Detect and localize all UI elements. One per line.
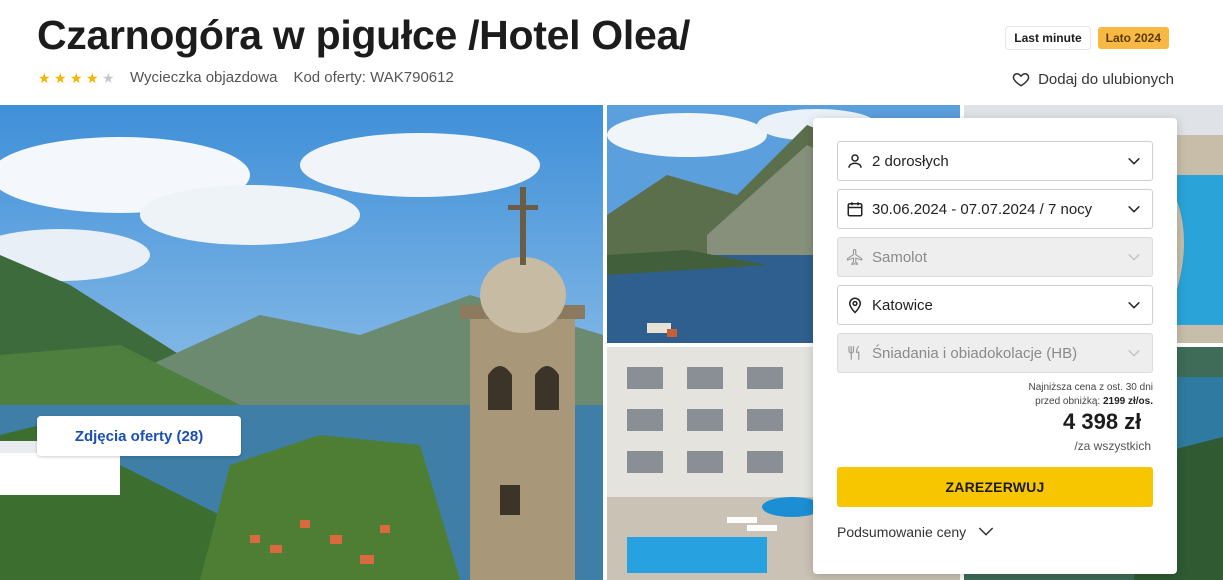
dates-value: 30.06.2024 - 07.07.2024 / 7 nocy <box>872 200 1093 218</box>
plane-icon <box>846 248 864 266</box>
star-icon: ★ <box>54 69 67 86</box>
heart-icon <box>1012 72 1030 87</box>
last-minute-badge: Last minute <box>1006 27 1090 49</box>
offer-badges: Last minute Lato 2024 <box>1006 27 1169 49</box>
dates-select[interactable]: 30.06.2024 - 07.07.2024 / 7 nocy <box>837 189 1153 229</box>
star-icon: ★ <box>70 69 83 86</box>
star-icon: ★ <box>102 69 115 86</box>
transport-select: Samolot <box>837 237 1153 277</box>
page-title: Czarnogóra w pigułce /Hotel Olea/ <box>37 12 691 58</box>
chevron-down-icon <box>1128 253 1140 261</box>
board-value: Śniadania i obiadokolacje (HB) <box>872 344 1078 362</box>
location-pin-icon <box>846 296 864 314</box>
calendar-icon <box>846 200 864 218</box>
price-summary-label: Podsumowanie ceny <box>837 524 967 540</box>
price-per: /za wszystkich <box>1074 439 1151 453</box>
main-photo[interactable] <box>0 105 603 580</box>
lowest-price-line2: przed obniżką: <box>1035 396 1101 407</box>
season-badge: Lato 2024 <box>1097 27 1169 49</box>
lowest-price-note: Najniższa cena z ost. 30 dni przed obniż… <box>837 381 1153 409</box>
booking-panel: 2 dorosłych 30.06.2024 - 07.07.2024 / 7 … <box>813 118 1177 574</box>
offer-meta: ★ ★ ★ ★ ★ Wycieczka objazdowa Kod oferty… <box>38 69 454 86</box>
star-icon: ★ <box>86 69 99 86</box>
book-button[interactable]: ZAREZERWUJ <box>837 467 1153 507</box>
chevron-down-icon <box>979 527 994 536</box>
chevron-down-icon <box>1128 301 1140 309</box>
board-select: Śniadania i obiadokolacje (HB) <box>837 333 1153 373</box>
person-icon <box>846 152 864 170</box>
offer-code: Kod oferty: WAK790612 <box>293 69 454 86</box>
departure-select[interactable]: Katowice <box>837 285 1153 325</box>
cutlery-icon <box>846 344 864 362</box>
travelers-select[interactable]: 2 dorosłych <box>837 141 1153 181</box>
chevron-down-icon <box>1128 349 1140 357</box>
lowest-price-value: 2199 zł/os. <box>1102 396 1153 407</box>
lowest-price-line1: Najniższa cena z ost. 30 dni <box>1028 382 1153 393</box>
favorite-label: Dodaj do ulubionych <box>1038 70 1174 88</box>
star-icon: ★ <box>38 69 51 86</box>
rating-stars: ★ ★ ★ ★ ★ <box>38 71 116 85</box>
trip-type: Wycieczka objazdowa <box>130 69 278 86</box>
add-to-favorites-button[interactable]: Dodaj do ulubionych <box>1012 70 1174 88</box>
price-summary-toggle[interactable]: Podsumowanie ceny <box>837 524 1153 540</box>
departure-value: Katowice <box>872 296 933 314</box>
chevron-down-icon <box>1128 205 1140 213</box>
transport-value: Samolot <box>872 248 928 266</box>
offer-photos-button[interactable]: Zdjęcia oferty (28) <box>37 416 241 456</box>
total-price: 4 398 zł <box>1063 409 1142 434</box>
travelers-value: 2 dorosłych <box>872 152 949 170</box>
chevron-down-icon <box>1128 157 1140 165</box>
